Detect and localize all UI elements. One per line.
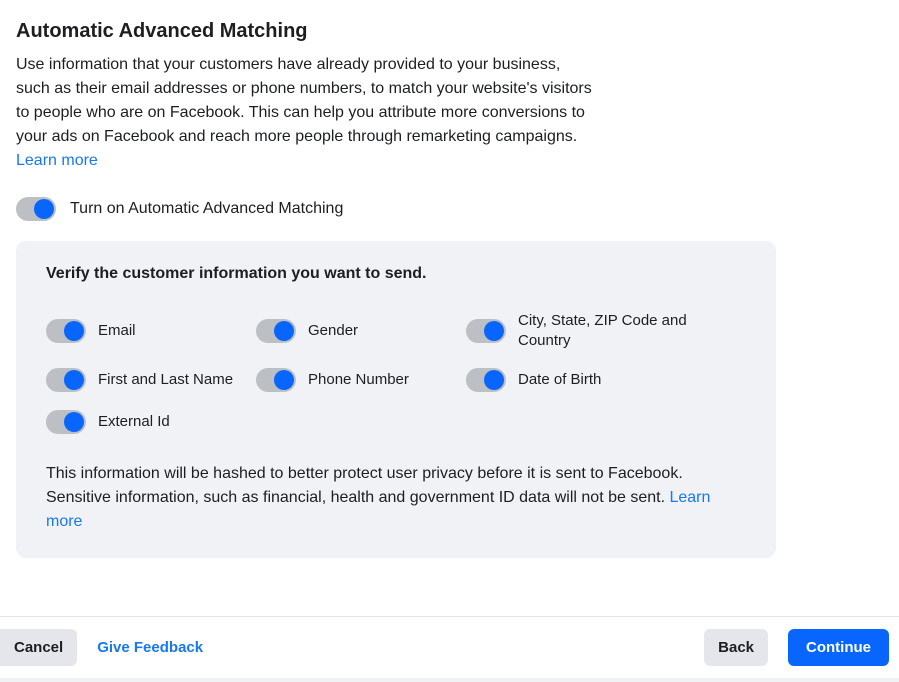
toggle-cell-phone: Phone Number [256, 368, 466, 392]
toggle-knob [64, 412, 84, 432]
toggle-cell-gender: Gender [256, 311, 466, 350]
section-description: Use information that your customers have… [16, 53, 596, 173]
toggle-external-id[interactable] [46, 410, 86, 434]
toggle-email[interactable] [46, 319, 86, 343]
toggle-gender[interactable] [256, 319, 296, 343]
bottom-divider [0, 678, 899, 682]
toggle-city[interactable] [466, 319, 506, 343]
toggle-knob [34, 199, 54, 219]
verify-footer: This information will be hashed to bette… [46, 462, 746, 534]
toggle-knob [484, 370, 504, 390]
toggle-cell-city: City, State, ZIP Code and Country [466, 311, 706, 350]
toggle-cell-dob: Date of Birth [466, 368, 706, 392]
main-toggle-row: Turn on Automatic Advanced Matching [16, 197, 883, 221]
toggle-knob [274, 370, 294, 390]
toggle-name[interactable] [46, 368, 86, 392]
verify-title: Verify the customer information you want… [46, 265, 746, 283]
label-dob: Date of Birth [518, 370, 601, 390]
toggle-cell-external-id: External Id [46, 410, 256, 434]
label-phone: Phone Number [308, 370, 409, 390]
label-email: Email [98, 321, 136, 341]
toggle-cell-name: First and Last Name [46, 368, 256, 392]
toggle-grid: Email Gender City, State, ZIP Code and C… [46, 311, 746, 434]
label-external-id: External Id [98, 412, 170, 432]
label-city: City, State, ZIP Code and Country [518, 311, 706, 350]
label-gender: Gender [308, 321, 358, 341]
main-toggle[interactable] [16, 197, 56, 221]
verify-footer-text: This information will be hashed to bette… [46, 465, 683, 506]
section-title: Automatic Advanced Matching [16, 20, 883, 43]
toggle-cell-email: Email [46, 311, 256, 350]
section-description-text: Use information that your customers have… [16, 56, 592, 145]
cancel-button[interactable]: Cancel [0, 629, 77, 666]
toggle-knob [484, 321, 504, 341]
toggle-knob [64, 321, 84, 341]
back-button[interactable]: Back [704, 629, 768, 666]
label-name: First and Last Name [98, 370, 233, 390]
toggle-phone[interactable] [256, 368, 296, 392]
main-toggle-label: Turn on Automatic Advanced Matching [70, 200, 343, 218]
toggle-knob [274, 321, 294, 341]
toggle-dob[interactable] [466, 368, 506, 392]
continue-button[interactable]: Continue [788, 629, 889, 666]
toggle-knob [64, 370, 84, 390]
give-feedback-button[interactable]: Give Feedback [97, 629, 203, 666]
learn-more-link[interactable]: Learn more [16, 152, 98, 169]
verify-card: Verify the customer information you want… [16, 241, 776, 558]
